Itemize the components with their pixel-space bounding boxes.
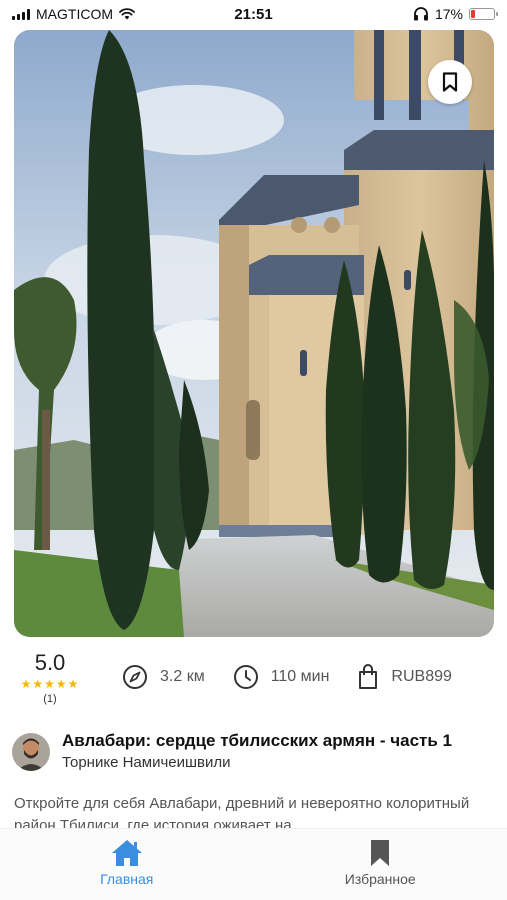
- nav-home[interactable]: Главная: [0, 829, 254, 900]
- rating-block: 5.0 ★★★★★ (1): [12, 650, 88, 706]
- duration-stat: 110 мин: [233, 664, 330, 690]
- compass-icon: [123, 665, 147, 689]
- wifi-icon: [119, 8, 135, 20]
- headphones-icon: [413, 7, 428, 21]
- star-rating: ★★★★★: [20, 677, 80, 691]
- tour-stats: 5.0 ★★★★★ (1) 3.2 км 110 мин RUB899: [12, 650, 495, 710]
- tour-title: Авлабари: сердце тбилисских армян - част…: [62, 731, 453, 750]
- tour-cover-image: [14, 30, 494, 637]
- rating-count: (1): [43, 693, 57, 705]
- home-icon: [111, 840, 142, 866]
- nav-favorites-label: Избранное: [344, 871, 416, 887]
- nav-favorites[interactable]: Избранное: [254, 829, 507, 900]
- author-avatar[interactable]: [12, 733, 50, 771]
- bookmark-button[interactable]: [428, 60, 472, 104]
- clock-icon: [233, 665, 258, 689]
- cellular-signal-icon: [12, 8, 30, 20]
- bottom-navigation: Главная Избранное: [0, 828, 507, 900]
- status-bar: MAGTICOM 21:51 17%: [0, 0, 507, 28]
- bookmark-outline-icon: [442, 72, 458, 92]
- distance-value: 3.2 км: [160, 668, 205, 685]
- distance-stat: 3.2 км: [122, 664, 205, 690]
- nav-home-label: Главная: [100, 871, 154, 887]
- battery-percent: 17%: [434, 6, 463, 22]
- cathedral-photo: [14, 30, 494, 637]
- shopping-bag-icon: [359, 664, 378, 689]
- battery-icon: [469, 8, 498, 20]
- tour-header: Авлабари: сердце тбилисских армян - част…: [12, 730, 497, 773]
- carrier-name: MAGTICOM: [36, 6, 113, 22]
- rating-value: 5.0: [34, 650, 66, 675]
- bookmark-icon: [371, 840, 390, 866]
- price-value: RUB899: [391, 668, 452, 685]
- author-name[interactable]: Торнике Намичеишвили: [62, 753, 452, 773]
- price-stat: RUB899: [357, 664, 452, 690]
- duration-value: 110 мин: [270, 668, 330, 685]
